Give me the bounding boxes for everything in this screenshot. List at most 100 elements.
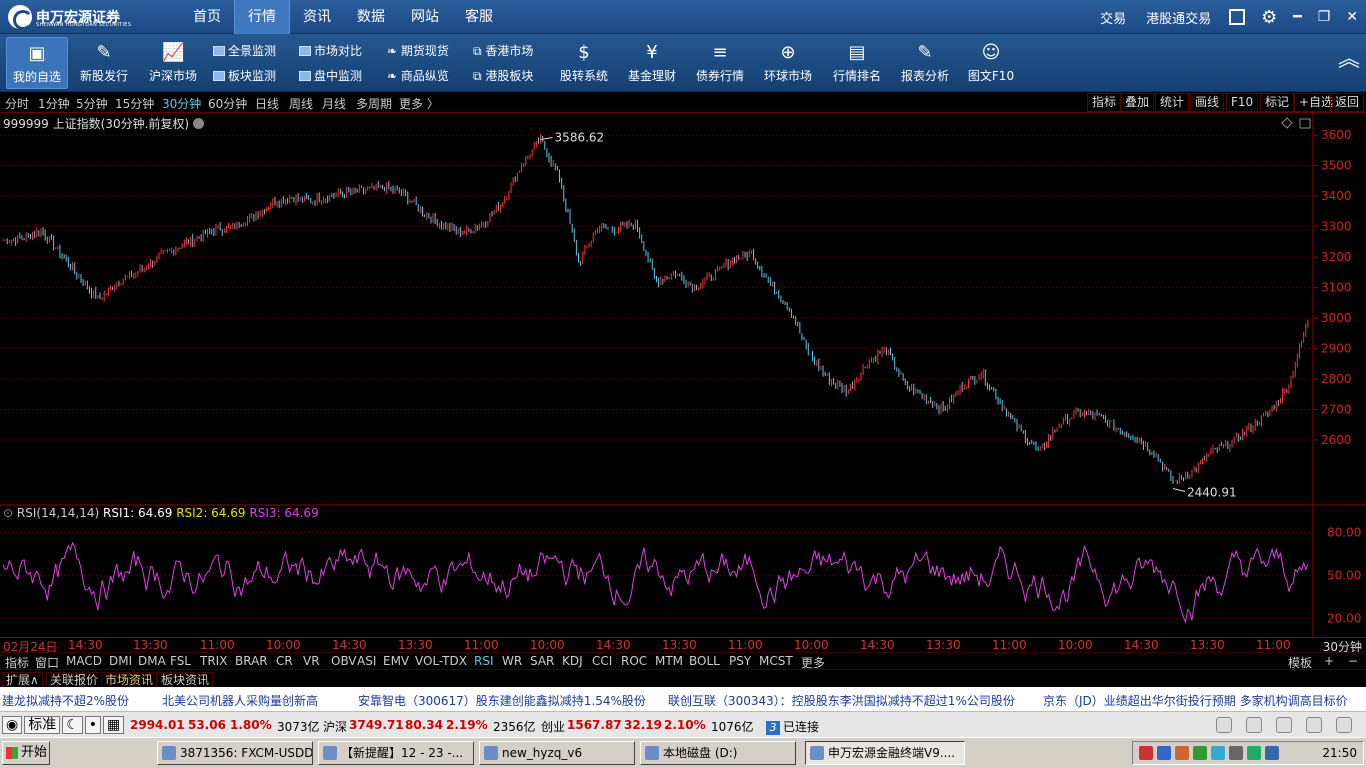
- btn-stats[interactable]: 统计: [1155, 93, 1190, 112]
- toolbar-panorama-monitor[interactable]: 全景监测: [213, 42, 276, 60]
- search-icon[interactable]: [1276, 717, 1292, 733]
- task-fxcm[interactable]: 3871356: FXCM-USDDe...: [157, 741, 313, 765]
- indicator-asi[interactable]: ASI: [357, 654, 376, 668]
- bell-icon[interactable]: [1336, 717, 1352, 733]
- ticker-item[interactable]: 联创互联（300343）：控股股东李洪国拟减持不超过1%公司股份: [668, 692, 1015, 709]
- indicator-sar[interactable]: SAR: [530, 654, 554, 668]
- indicator-fsl[interactable]: FSL: [170, 654, 191, 668]
- period-intraday[interactable]: 分时: [5, 95, 29, 112]
- tools-icon[interactable]: [1306, 717, 1322, 733]
- btn-mark[interactable]: 标记: [1260, 93, 1295, 112]
- nav-website[interactable]: 网站: [398, 0, 452, 34]
- ticker-item[interactable]: 京东（JD）业绩超出华尔街投行预期 多家机构调高目标价: [1043, 692, 1348, 709]
- start-button[interactable]: 开始: [2, 741, 50, 765]
- toolbar-ipo[interactable]: ✎ 新股发行: [76, 37, 132, 89]
- kline-chart[interactable]: 3600 3500 3400 3300 3200 3100 3000 2900 2800 2700…: [0, 113, 1366, 637]
- period-multi[interactable]: 多周期: [356, 95, 392, 112]
- indicator-emv[interactable]: EMV: [383, 654, 409, 668]
- task-folder[interactable]: new_hyzq_v6: [479, 741, 635, 765]
- toolbar-sector-monitor[interactable]: 板块监测: [213, 67, 276, 85]
- nav-data[interactable]: 数据: [344, 0, 398, 34]
- btn-back[interactable]: 返回: [1330, 93, 1365, 112]
- usb-icon[interactable]: [1229, 746, 1243, 760]
- ticker-item[interactable]: 北美公司机器人采购量创新高: [162, 692, 318, 709]
- btn-overlay[interactable]: 叠加: [1120, 93, 1155, 112]
- layout-grid-icon[interactable]: [1229, 9, 1246, 25]
- indicator-psy[interactable]: PSY: [729, 654, 751, 668]
- task-reminder[interactable]: 【新提醒】12 - 23 -...: [318, 741, 474, 765]
- toolbar-neeq[interactable]: $ 股转系统: [556, 37, 612, 89]
- toolbar-commodity-overview[interactable]: ❧ 商品纵览: [387, 67, 449, 85]
- toolbar-my-watchlist[interactable]: ▣ 我的自选: [6, 37, 68, 89]
- hk-trade-link[interactable]: 港股通交易: [1136, 8, 1221, 27]
- period-15min[interactable]: 15分钟: [115, 95, 154, 112]
- collapse-toolbar-icon[interactable]: ︽: [1338, 49, 1360, 71]
- indicator-vol-tdx[interactable]: VOL-TDX: [415, 654, 467, 668]
- indicator-brar[interactable]: BRAR: [235, 654, 268, 668]
- indicator-obv[interactable]: OBV: [331, 654, 357, 668]
- tab-market-news[interactable]: 市场资讯: [101, 672, 158, 688]
- security-icon[interactable]: [1175, 746, 1189, 760]
- period-more[interactable]: 更多 〉: [399, 95, 439, 112]
- toolbar-ranking[interactable]: ▤ 行情排名: [828, 37, 886, 89]
- toolbar-hk-sectors[interactable]: ⧉ 港股板块: [473, 67, 533, 85]
- indicator-mtm[interactable]: MTM: [655, 654, 683, 668]
- tab-expand[interactable]: 扩展∧: [2, 672, 43, 688]
- toolbar-global[interactable]: ⊕ 环球市场: [760, 37, 816, 89]
- minimize-icon[interactable]: ━: [1293, 9, 1301, 25]
- keyboard-icon[interactable]: ▦: [103, 716, 125, 734]
- toolbar-bonds[interactable]: ≡ 债券行情: [692, 37, 748, 89]
- speaker-icon[interactable]: [1216, 717, 1232, 733]
- toolbar-fund[interactable]: ¥ 基金理财: [624, 37, 680, 89]
- tab-sector-news[interactable]: 板块资讯: [157, 672, 214, 688]
- bluetooth-icon[interactable]: [1265, 746, 1279, 760]
- indicator-cci[interactable]: CCI: [592, 654, 612, 668]
- app-tray-icon[interactable]: [1193, 746, 1207, 760]
- shield-icon[interactable]: [1247, 746, 1261, 760]
- chart-area[interactable]: 3600 3500 3400 3300 3200 3100 3000 2900 2800 2700…: [0, 113, 1366, 637]
- std-mode-button[interactable]: 标准: [24, 716, 61, 734]
- period-monthly[interactable]: 月线: [322, 95, 346, 112]
- nav-home[interactable]: 首页: [180, 0, 234, 34]
- period-daily[interactable]: 日线: [255, 95, 279, 112]
- tab-related-quotes[interactable]: 关联报价: [46, 672, 103, 688]
- ticker-item[interactable]: 安靠智电（300617）股东建创能鑫拟减持1.54%股份: [358, 692, 646, 709]
- chevron-down-icon[interactable]: ⊙: [3, 506, 13, 520]
- indicator-macd[interactable]: MACD: [66, 654, 102, 668]
- toolbar-intraday-monitor[interactable]: 盘中监测: [299, 67, 362, 85]
- indicator-boll[interactable]: BOLL: [689, 654, 720, 668]
- indicator-rsi[interactable]: RSI: [474, 654, 494, 668]
- btn-indicator[interactable]: 指标: [1087, 93, 1122, 112]
- task-terminal[interactable]: 申万宏源金融终端V9....: [805, 741, 965, 765]
- indicator-dmi[interactable]: DMI: [109, 654, 132, 668]
- btn-f10[interactable]: F10: [1226, 93, 1259, 112]
- indicator-trix[interactable]: TRIX: [200, 654, 227, 668]
- period-1min[interactable]: 1分钟: [38, 95, 70, 112]
- nav-quotes[interactable]: 行情: [234, 0, 290, 34]
- restore-icon[interactable]: ❐: [1318, 9, 1331, 25]
- toolbar-reports[interactable]: ✎ 报表分析: [896, 37, 954, 89]
- period-5min[interactable]: 5分钟: [76, 95, 108, 112]
- network-icon[interactable]: [1157, 746, 1171, 760]
- indicator-cr[interactable]: CR: [276, 654, 293, 668]
- nav-service[interactable]: 客服: [452, 0, 506, 34]
- ticker-item[interactable]: 建龙拟减持不超2%股份: [2, 692, 129, 709]
- nav-news[interactable]: 资讯: [290, 0, 344, 34]
- period-30min[interactable]: 30分钟: [162, 95, 201, 112]
- indicator-dma[interactable]: DMA: [138, 654, 166, 668]
- toggle-icon[interactable]: •: [84, 716, 102, 734]
- chevron-down-icon[interactable]: [193, 118, 205, 129]
- period-60min[interactable]: 60分钟: [208, 95, 247, 112]
- close-icon[interactable]: ✕: [1346, 9, 1358, 25]
- toolbar-futures-spot[interactable]: ❧ 期货现货: [387, 42, 449, 60]
- btn-remove-pane[interactable]: −: [1348, 654, 1358, 668]
- flag-icon[interactable]: [1139, 746, 1153, 760]
- trade-link[interactable]: 交易: [1090, 8, 1136, 27]
- indicator-mcst[interactable]: MCST: [759, 654, 793, 668]
- task-local-disk[interactable]: 本地磁盘 (D:): [640, 741, 796, 765]
- period-weekly[interactable]: 周线: [289, 95, 313, 112]
- toolbar-shsz-market[interactable]: 📈 沪深市场: [144, 37, 202, 89]
- toolbar-market-compare[interactable]: 市场对比: [299, 42, 362, 60]
- btn-add-pane[interactable]: +: [1324, 654, 1334, 668]
- indicator-wr[interactable]: WR: [502, 654, 522, 668]
